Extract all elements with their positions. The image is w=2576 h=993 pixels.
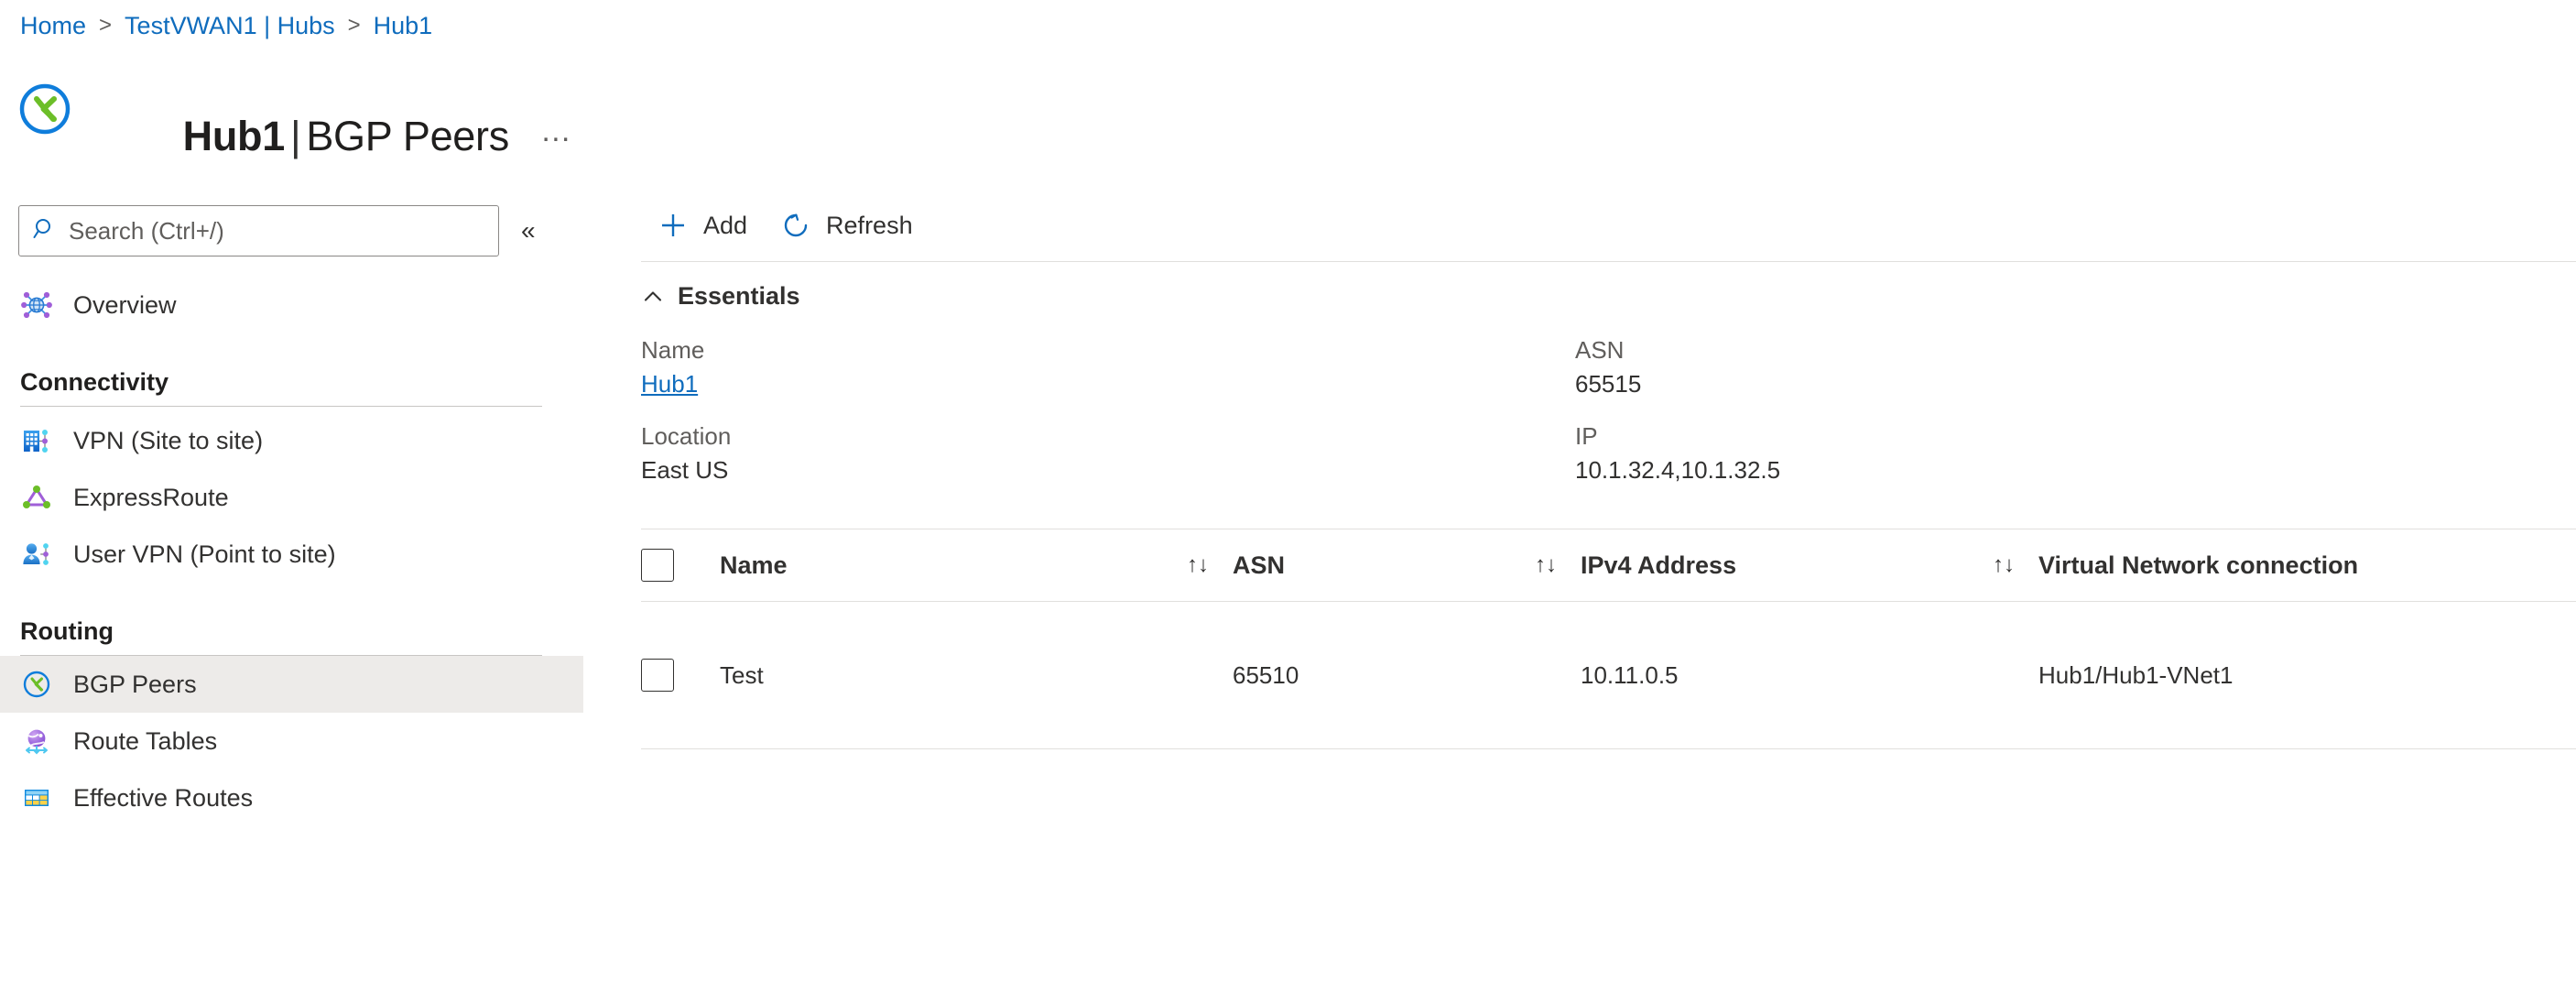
effective-routes-icon (20, 781, 53, 814)
building-network-icon (20, 424, 53, 457)
sidebar-item-label: Overview (73, 290, 177, 319)
column-header-ipv4-address[interactable]: IPv4 Address ↑↓ (1581, 529, 2038, 602)
sort-updown-icon[interactable]: ↑↓ (1187, 554, 1209, 576)
essentials-column-left: Name Hub1 Location East US (641, 336, 1575, 508)
breadcrumb-separator: > (99, 13, 113, 38)
essentials-toggle[interactable]: Essentials (641, 282, 842, 311)
column-header-label: Name (720, 551, 788, 579)
essentials-field-ip: IP 10.1.32.4,10.1.32.5 (1575, 422, 2509, 485)
vhub-bgp-icon (16, 81, 73, 137)
page-title: Hub1 | BGP Peers (93, 71, 510, 202)
table-header: Name ↑↓ ASN ↑↓ IPv4 Address ↑↓ Virtual N… (641, 529, 2576, 602)
essentials-field-key: IP (1575, 422, 1598, 450)
refresh-icon (780, 210, 811, 241)
essentials-field-key: ASN (1575, 336, 1625, 364)
sidebar-item-label: Route Tables (73, 726, 218, 755)
essentials-field-name: Name Hub1 (641, 336, 1575, 398)
breadcrumb-item-vwan-hubs[interactable]: TestVWAN1 | Hubs (125, 12, 335, 40)
sidebar-divider (20, 406, 542, 407)
route-table-icon (20, 725, 53, 758)
sidebar-item-route-tables[interactable]: Route Tables (0, 713, 583, 769)
sidebar-item-expressroute[interactable]: ExpressRoute (0, 469, 583, 526)
cell-name: Test (720, 601, 1233, 749)
sidebar-item-label: Effective Routes (73, 783, 254, 812)
breadcrumb-item-home[interactable]: Home (20, 12, 86, 40)
cell-ipv4: 10.11.0.5 (1581, 601, 2038, 749)
sidebar-item-label: User VPN (Point to site) (73, 540, 336, 568)
sort-updown-icon[interactable]: ↑↓ (1535, 554, 1557, 576)
sidebar-group-routing-title: Routing (20, 617, 114, 645)
sidebar-item-label: BGP Peers (73, 670, 197, 698)
collapse-sidebar-icon[interactable]: « (521, 218, 536, 244)
sidebar-item-vpn-site-to-site[interactable]: VPN (Site to site) (0, 412, 583, 469)
bgp-peers-table: Name ↑↓ ASN ↑↓ IPv4 Address ↑↓ Virtual N… (641, 529, 2576, 749)
essentials-column-right: ASN 65515 IP 10.1.32.4,10.1.32.5 (1575, 336, 2509, 508)
search-icon (32, 216, 58, 246)
essentials-grid: Name Hub1 Location East US ASN 65515 IP … (641, 336, 2576, 508)
sort-updown-icon[interactable]: ↑↓ (1993, 554, 2015, 576)
row-checkbox[interactable] (641, 659, 674, 692)
breadcrumb: Home > TestVWAN1 | Hubs > Hub1 (20, 7, 432, 44)
command-bar: Add Refresh (632, 197, 2576, 254)
bgp-peers-icon (20, 668, 53, 701)
breadcrumb-item-hub1[interactable]: Hub1 (374, 12, 433, 40)
column-header-asn[interactable]: ASN ↑↓ (1233, 529, 1581, 602)
page-title-resource: Hub1 (182, 113, 286, 160)
cell-asn: 65510 (1233, 601, 1581, 749)
bgp-peers-table-wrapper: Name ↑↓ ASN ↑↓ IPv4 Address ↑↓ Virtual N… (641, 529, 2576, 749)
sidebar-item-bgp-peers[interactable]: BGP Peers (0, 656, 583, 713)
essentials-field-value: East US (641, 456, 729, 484)
add-button-label: Add (703, 211, 748, 239)
column-header-name[interactable]: Name ↑↓ (720, 529, 1233, 602)
plus-icon (658, 210, 689, 241)
column-header-label: Virtual Network connection (2038, 551, 2359, 579)
sidebar-search-row: « (0, 205, 586, 256)
search-input[interactable] (67, 215, 455, 246)
essentials-field-key: Location (641, 422, 732, 450)
sidebar: « Overvie (0, 205, 586, 826)
user-network-icon (20, 538, 53, 571)
page-title-blade: BGP Peers (306, 113, 509, 160)
refresh-button[interactable]: Refresh (764, 200, 929, 251)
column-header-virtual-network-connection[interactable]: Virtual Network connection ↑↓ (2038, 529, 2576, 602)
sidebar-item-label: VPN (Site to site) (73, 426, 264, 454)
globe-nodes-icon (20, 289, 53, 322)
column-header-label: IPv4 Address (1581, 551, 1737, 579)
sidebar-item-overview[interactable]: Overview (0, 277, 583, 333)
row-select-cell (641, 601, 720, 749)
page-title-separator: | (289, 113, 301, 160)
sidebar-item-user-vpn-point-to-site[interactable]: User VPN (Point to site) (0, 526, 583, 583)
main-content: Add Refresh Essentials Name Hub1 Locatio… (632, 197, 2576, 993)
breadcrumb-separator: > (347, 13, 361, 38)
table-header-row: Name ↑↓ ASN ↑↓ IPv4 Address ↑↓ Virtual N… (641, 529, 2576, 602)
essentials-field-value-link[interactable]: Hub1 (641, 370, 1575, 398)
select-all-header (641, 529, 720, 602)
essentials-field-key: Name (641, 336, 705, 364)
sidebar-group-connectivity-title: Connectivity (20, 368, 169, 396)
essentials-field-value: 10.1.32.4,10.1.32.5 (1575, 456, 1781, 484)
sidebar-item-label: ExpressRoute (73, 483, 229, 511)
sidebar-item-effective-routes[interactable]: Effective Routes (0, 769, 583, 826)
select-all-checkbox[interactable] (641, 549, 674, 582)
essentials-field-asn: ASN 65515 (1575, 336, 2509, 398)
chevron-up-icon (641, 285, 665, 309)
expressroute-triangle-icon (20, 481, 53, 514)
search-box[interactable] (18, 205, 499, 256)
more-options-icon[interactable]: … (540, 115, 573, 147)
cell-vnet-connection: Hub1/Hub1-VNet1 (2038, 601, 2576, 749)
add-button[interactable]: Add (641, 200, 764, 251)
refresh-button-label: Refresh (826, 211, 913, 239)
column-header-label: ASN (1233, 551, 1286, 579)
essentials-field-location: Location East US (641, 422, 1575, 485)
table-body: Test 65510 10.11.0.5 Hub1/Hub1-VNet1 ••• (641, 601, 2576, 749)
essentials-title: Essentials (678, 282, 800, 310)
command-bar-divider (641, 261, 2576, 262)
table-row[interactable]: Test 65510 10.11.0.5 Hub1/Hub1-VNet1 ••• (641, 601, 2576, 749)
essentials-field-value: 65515 (1575, 370, 1642, 398)
